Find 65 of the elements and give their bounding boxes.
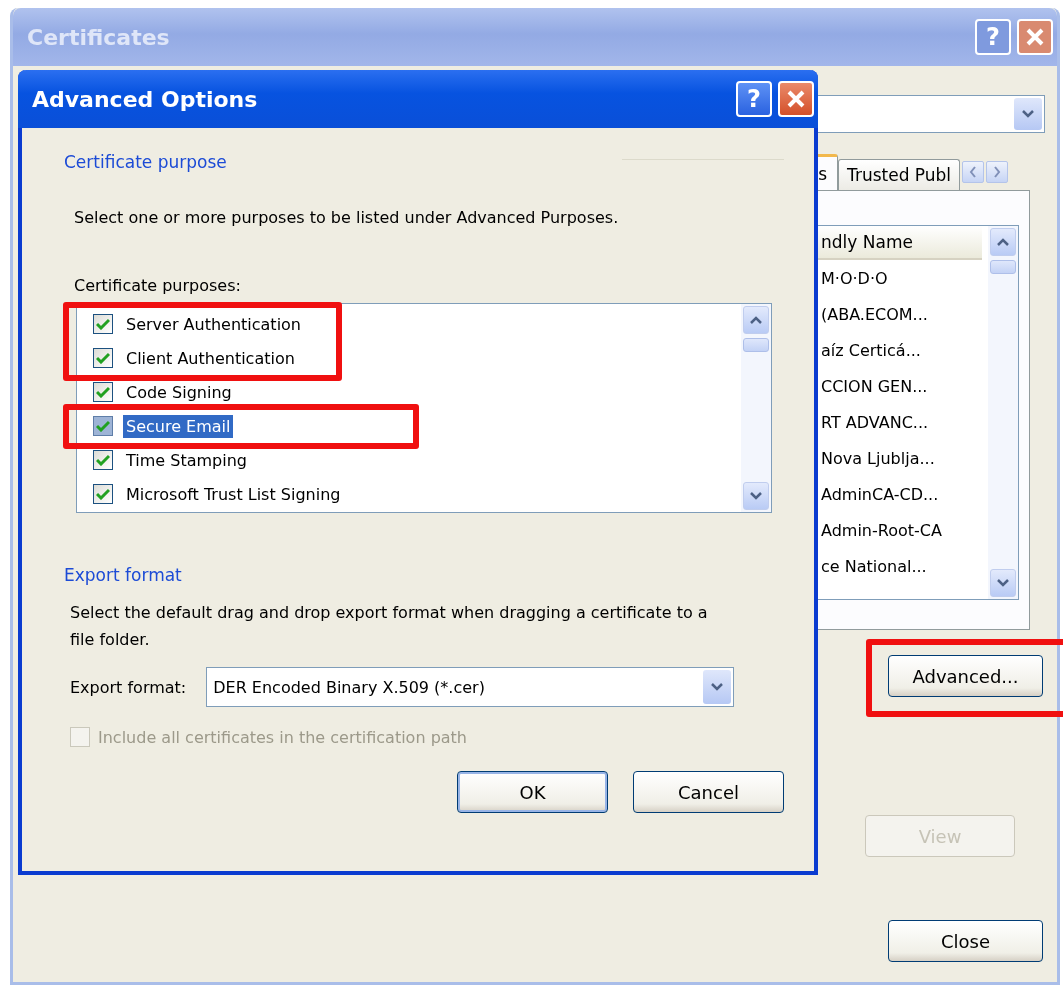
button[interactable]: OK <box>457 771 608 813</box>
chevron-right-icon <box>993 166 1002 178</box>
list-item[interactable]: Client Authentication <box>123 346 298 370</box>
check-icon <box>96 488 110 500</box>
list-row[interactable]: M·O·D·O <box>820 260 988 296</box>
chevron-up-icon <box>996 237 1010 247</box>
list-item[interactable]: Microsoft Trust List Signing <box>123 482 344 506</box>
checkbox[interactable] <box>93 484 113 504</box>
window-title: Certificates <box>27 24 171 50</box>
chevron-up-icon <box>749 315 763 325</box>
list-row[interactable]: CCION GEN... <box>820 368 988 404</box>
list-item[interactable]: Server Authentication <box>123 312 304 336</box>
button[interactable]: Cancel <box>633 771 784 813</box>
chevron-left-icon <box>969 166 978 178</box>
group-title: Export format <box>64 565 182 585</box>
checkbox[interactable] <box>93 450 113 470</box>
close-button[interactable] <box>778 81 814 117</box>
description: Select one or more purposes to be listed under Advanced Purposes. <box>74 207 620 229</box>
list-row[interactable]: Nova Ljublja... <box>820 440 988 476</box>
group-title: Certificate purpose <box>64 152 227 172</box>
checkbox[interactable] <box>93 348 113 368</box>
list-row[interactable]: aíz Certicá... <box>820 332 988 368</box>
export-format-dropdown[interactable]: DER Encoded Binary X.509 (*.cer) <box>206 667 735 707</box>
check-icon <box>96 454 110 466</box>
scroll-thumb[interactable] <box>743 338 769 352</box>
scroll-thumb[interactable] <box>990 260 1016 274</box>
list-label: Certificate purposes: <box>74 276 242 295</box>
list-row[interactable]: RT ADVANC... <box>820 404 988 440</box>
list-item[interactable]: Code Signing <box>123 380 235 404</box>
scroll-down-button[interactable] <box>990 569 1016 597</box>
scrollbar[interactable] <box>741 304 771 512</box>
check-icon <box>96 420 110 432</box>
checkbox[interactable] <box>93 314 113 334</box>
chevron-down-icon <box>749 491 763 501</box>
chevron-down-icon <box>996 578 1010 588</box>
scroll-up-button[interactable] <box>743 306 769 334</box>
check-icon <box>96 386 110 398</box>
window-title: Advanced Options <box>32 86 259 112</box>
scroll-down-button[interactable] <box>743 482 769 510</box>
checkbox[interactable] <box>93 382 113 402</box>
scroll-right-button[interactable] <box>986 161 1009 183</box>
help-button[interactable]: ? <box>736 81 772 117</box>
scroll-left-button[interactable] <box>962 161 985 183</box>
check-icon <box>96 318 110 330</box>
close-icon <box>1025 27 1045 47</box>
button[interactable]: Close <box>888 920 1043 962</box>
list-row[interactable]: ce National... <box>820 548 988 584</box>
checkbox[interactable] <box>93 416 113 436</box>
check-icon <box>96 352 110 364</box>
description: Select the default drag and drop export format when dragging a certificate to a file folder. <box>70 602 709 651</box>
tab[interactable]: Trusted Publ <box>838 159 961 190</box>
list-item[interactable]: Secure Email <box>123 414 234 438</box>
chevron-down-icon <box>710 682 725 692</box>
list-row[interactable]: AdminCA-CD... <box>820 476 988 512</box>
button[interactable]: Advanced... <box>888 655 1043 697</box>
list-item[interactable]: Time Stamping <box>123 448 250 472</box>
checkbox-label: Include all certificates in the certification path <box>98 727 467 747</box>
scrollbar[interactable] <box>988 226 1018 599</box>
list-row[interactable]: (ABA.ECOM... <box>820 296 988 332</box>
close-button[interactable] <box>1017 19 1053 55</box>
field-label: Export format: <box>70 677 187 697</box>
chevron-down-icon <box>1021 109 1035 119</box>
list-row[interactable]: Admin-Root-CA <box>820 512 988 548</box>
scroll-up-button[interactable] <box>990 228 1016 256</box>
close-icon <box>786 89 806 109</box>
